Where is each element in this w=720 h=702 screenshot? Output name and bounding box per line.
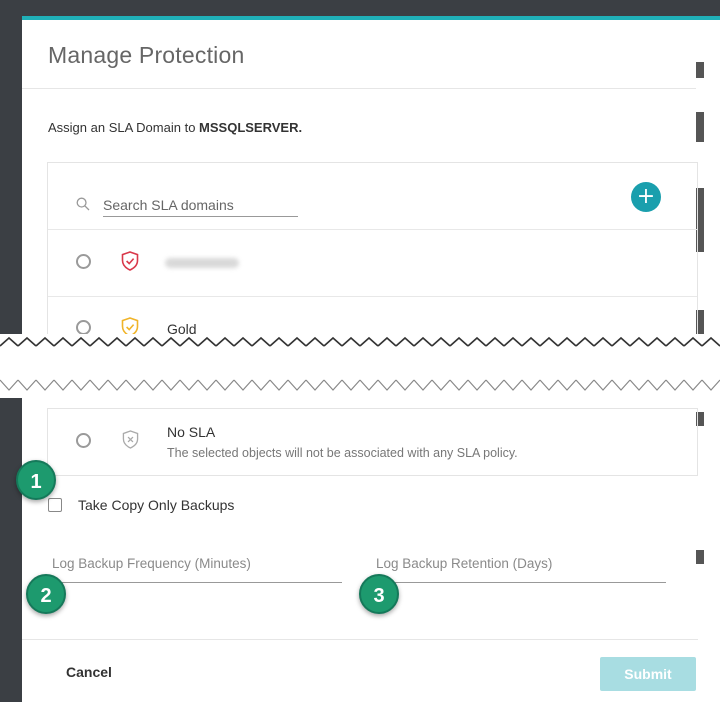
cancel-button[interactable]: Cancel [62,660,116,684]
plus-icon: + [636,184,656,209]
search-row: + [48,163,697,230]
assign-prefix: Assign an SLA Domain to [48,120,200,135]
submit-button[interactable]: Submit [600,657,696,691]
background-text-fragment [696,550,704,564]
sla-option-row[interactable] [48,230,697,297]
header-divider [22,88,698,89]
no-sla-radio[interactable] [76,433,91,448]
sla-name-blurred [165,258,239,268]
add-sla-button[interactable]: + [631,182,661,212]
shield-check-icon [121,251,139,271]
search-input[interactable] [103,194,298,217]
callout-badge-1: 1 [16,460,56,500]
copy-only-label: Take Copy Only Backups [78,497,235,513]
footer-divider [22,639,698,640]
no-sla-option[interactable]: No SLA The selected objects will not be … [47,408,698,476]
background-text-fragment [696,62,704,78]
assign-target: MSSQLSERVER. [199,120,303,135]
assign-instruction: Assign an SLA Domain to MSSQLSERVER. [48,120,302,135]
log-retention-input[interactable] [376,552,666,575]
log-retention-field[interactable] [376,552,666,583]
background-text-fragment [696,112,704,142]
callout-badge-2: 2 [26,574,66,614]
copy-only-checkbox[interactable] [48,498,62,512]
no-sla-title: No SLA [167,424,216,440]
page-break-divider [0,334,720,398]
sla-radio[interactable] [76,254,91,269]
log-frequency-input[interactable] [52,552,342,575]
log-frequency-field[interactable] [52,552,342,583]
no-sla-description: The selected objects will not be associa… [167,446,518,460]
search-icon [76,197,90,211]
shield-x-icon [122,430,139,449]
callout-badge-3: 3 [359,574,399,614]
modal-title: Manage Protection [48,42,245,68]
sla-radio-gold[interactable] [76,320,91,335]
